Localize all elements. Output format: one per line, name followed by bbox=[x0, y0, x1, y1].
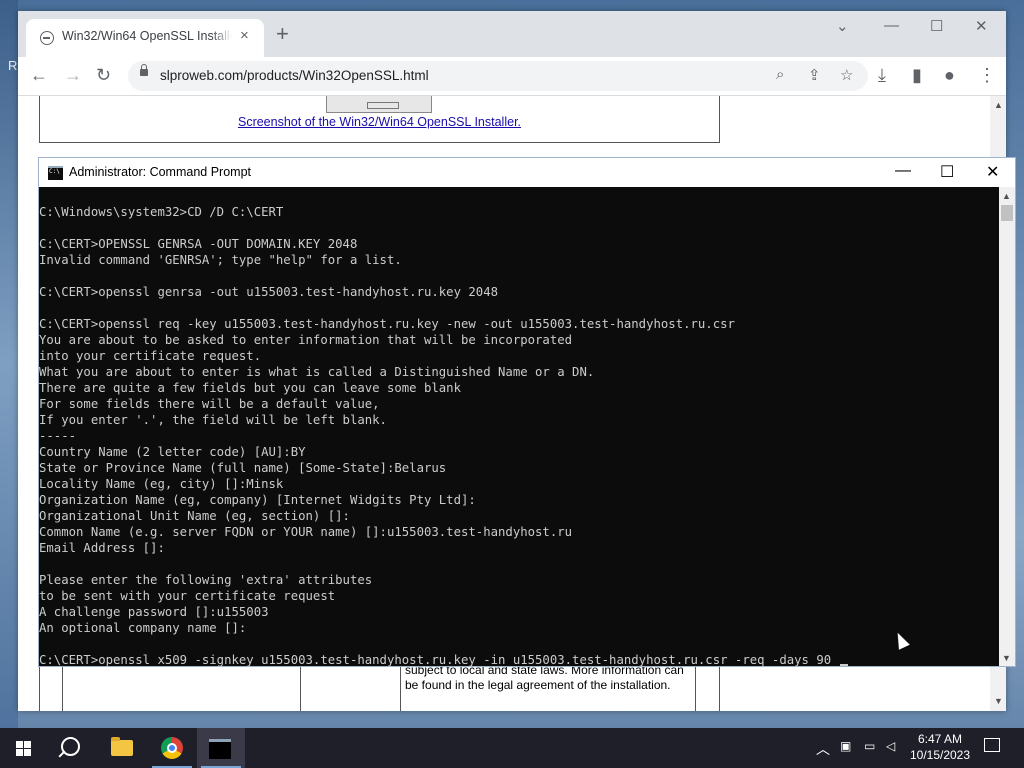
terminal-icon bbox=[209, 739, 231, 759]
browser-toolbar: ← → ↻ slproweb.com/products/Win32OpenSSL… bbox=[18, 57, 1006, 96]
taskbar: ︿ ▣ ▭ ◁ 6:47 AM 10/15/2023 bbox=[0, 728, 1024, 768]
menu-icon[interactable]: ⋮ bbox=[978, 65, 996, 85]
network-icon[interactable]: ▭ bbox=[864, 739, 875, 753]
terminal-icon bbox=[48, 166, 63, 180]
tab-strip: Win32/Win64 OpenSSL Installer f × + ⌄ — … bbox=[18, 11, 1006, 57]
cmd-scrollbar[interactable]: ▲ ▼ bbox=[999, 187, 1015, 666]
console-line: into your certificate request. bbox=[39, 349, 262, 363]
download-icon[interactable]: ⤓ bbox=[878, 65, 886, 85]
console-line: C:\CERT>openssl req -key u155003.test-ha… bbox=[39, 317, 735, 331]
installer-thumbnail[interactable] bbox=[326, 96, 432, 113]
tab-search-icon[interactable]: ⌄ bbox=[836, 17, 849, 35]
scroll-up-icon[interactable]: ▲ bbox=[994, 100, 1003, 110]
scroll-down-icon[interactable]: ▼ bbox=[1002, 653, 1011, 663]
console-line: to be sent with your certificate request bbox=[39, 589, 336, 603]
console-line: Country Name (2 letter code) [AU]:BY bbox=[39, 445, 306, 459]
maximize-button[interactable]: ☐ bbox=[930, 17, 943, 35]
console-line: C:\CERT>OPENSSL GENRSA -OUT DOMAIN.KEY 2… bbox=[39, 237, 358, 251]
cmd-close-button[interactable]: ✕ bbox=[986, 162, 999, 182]
taskbar-command-prompt[interactable] bbox=[197, 728, 245, 768]
console-line: Invalid command 'GENRSA'; type "help" fo… bbox=[39, 253, 402, 267]
new-tab-button[interactable]: + bbox=[276, 23, 289, 45]
console-line: For some fields there will be a default … bbox=[39, 397, 380, 411]
console-line: An optional company name []: bbox=[39, 621, 247, 635]
console-line: C:\Windows\system32>CD /D C:\CERT bbox=[39, 205, 284, 219]
cmd-minimize-button[interactable]: — bbox=[895, 162, 911, 180]
lock-icon[interactable] bbox=[140, 64, 148, 76]
tab-close-icon[interactable]: × bbox=[240, 27, 249, 45]
minimize-button[interactable]: — bbox=[884, 17, 899, 34]
scroll-thumb[interactable] bbox=[1001, 205, 1013, 221]
profile-icon[interactable]: ● bbox=[944, 65, 955, 85]
windows-icon bbox=[16, 741, 32, 757]
system-clock[interactable]: 6:47 AM 10/15/2023 bbox=[908, 731, 972, 763]
scroll-up-icon[interactable]: ▲ bbox=[1002, 191, 1011, 201]
url-text[interactable]: slproweb.com/products/Win32OpenSSL.html bbox=[160, 68, 429, 83]
console-line: ----- bbox=[39, 429, 77, 443]
console-line: What you are about to enter is what is c… bbox=[39, 365, 595, 379]
search-icon[interactable]: ⌕ bbox=[776, 66, 784, 83]
console-line: A challenge password []:u155003 bbox=[39, 605, 269, 619]
console-output: C:\Windows\system32>CD /D C:\CERT C:\CERT… bbox=[39, 187, 999, 667]
console-line: C:\CERT>openssl x509 -signkey u155003.te… bbox=[39, 652, 999, 667]
console-line: If you enter '.', the field will be left… bbox=[39, 413, 387, 427]
command-prompt-window: Administrator: Command Prompt — ☐ ✕ C:\W… bbox=[38, 157, 1016, 667]
desktop-background bbox=[0, 0, 18, 728]
console-line: Please enter the following 'extra' attri… bbox=[39, 573, 373, 587]
security-icon[interactable]: ▣ bbox=[840, 739, 851, 753]
table-cell: subject to local and state laws. More in… bbox=[400, 663, 696, 711]
console-line: Organizational Unit Name (eg, section) [… bbox=[39, 509, 350, 523]
table-cell bbox=[300, 663, 301, 711]
scroll-down-icon[interactable]: ▼ bbox=[994, 696, 1003, 706]
side-panel-icon[interactable]: ▮ bbox=[912, 65, 922, 85]
back-button[interactable]: ← bbox=[30, 65, 48, 85]
desktop-icon-label: R bbox=[8, 58, 18, 73]
folder-icon bbox=[111, 737, 133, 756]
console-line: You are about to be asked to enter infor… bbox=[39, 333, 573, 347]
table-cell bbox=[62, 663, 63, 711]
clock-date: 10/15/2023 bbox=[909, 748, 971, 762]
console-line: C:\CERT>openssl genrsa -out u155003.test… bbox=[39, 285, 499, 299]
cmd-maximize-button[interactable]: ☐ bbox=[940, 162, 954, 182]
address-bar[interactable]: slproweb.com/products/Win32OpenSSL.html … bbox=[128, 61, 868, 91]
forward-button[interactable]: → bbox=[64, 65, 82, 85]
volume-muted-icon[interactable]: ◁ bbox=[886, 739, 895, 753]
console-line: Locality Name (eg, city) []:Minsk bbox=[39, 477, 284, 491]
share-icon[interactable]: ⇪ bbox=[808, 66, 821, 84]
download-table: subject to local and state laws. More in… bbox=[39, 662, 720, 711]
console-line: Common Name (e.g. server FQDN or YOUR na… bbox=[39, 525, 573, 539]
notification-icon[interactable] bbox=[984, 738, 1000, 752]
cmd-title-bar[interactable]: Administrator: Command Prompt — ☐ ✕ bbox=[39, 158, 1015, 187]
tab-title: Win32/Win64 OpenSSL Installer f bbox=[62, 29, 232, 43]
legal-text: subject to local and state laws. More in… bbox=[405, 663, 684, 692]
console-line: There are quite a few fields but you can… bbox=[39, 381, 461, 395]
taskbar-search-button[interactable] bbox=[48, 728, 96, 768]
screenshot-link[interactable]: Screenshot of the Win32/Win64 OpenSSL In… bbox=[40, 115, 719, 129]
console-line: State or Province Name (full name) [Some… bbox=[39, 461, 447, 475]
start-button[interactable] bbox=[0, 728, 48, 768]
close-button[interactable]: ✕ bbox=[975, 17, 988, 35]
taskbar-chrome[interactable] bbox=[148, 728, 196, 768]
cmd-console[interactable]: C:\Windows\system32>CD /D C:\CERT C:\CERT… bbox=[39, 187, 999, 667]
cmd-title: Administrator: Command Prompt bbox=[69, 165, 252, 179]
chrome-icon bbox=[161, 737, 183, 759]
taskbar-file-explorer[interactable] bbox=[98, 728, 146, 768]
tab-openssl[interactable]: Win32/Win64 OpenSSL Installer f × bbox=[26, 19, 264, 57]
show-hidden-icons-chevron-icon[interactable]: ︿ bbox=[816, 739, 830, 759]
screenshot-box: Screenshot of the Win32/Win64 OpenSSL In… bbox=[39, 96, 720, 143]
clock-time: 6:47 AM bbox=[917, 732, 963, 746]
reload-button[interactable]: ↻ bbox=[96, 65, 111, 85]
console-line: Email Address []: bbox=[39, 541, 165, 555]
text-cursor bbox=[839, 664, 848, 666]
globe-icon bbox=[40, 31, 54, 45]
bookmark-star-icon[interactable]: ☆ bbox=[840, 66, 853, 84]
console-line: Organization Name (eg, company) [Interne… bbox=[39, 493, 476, 507]
